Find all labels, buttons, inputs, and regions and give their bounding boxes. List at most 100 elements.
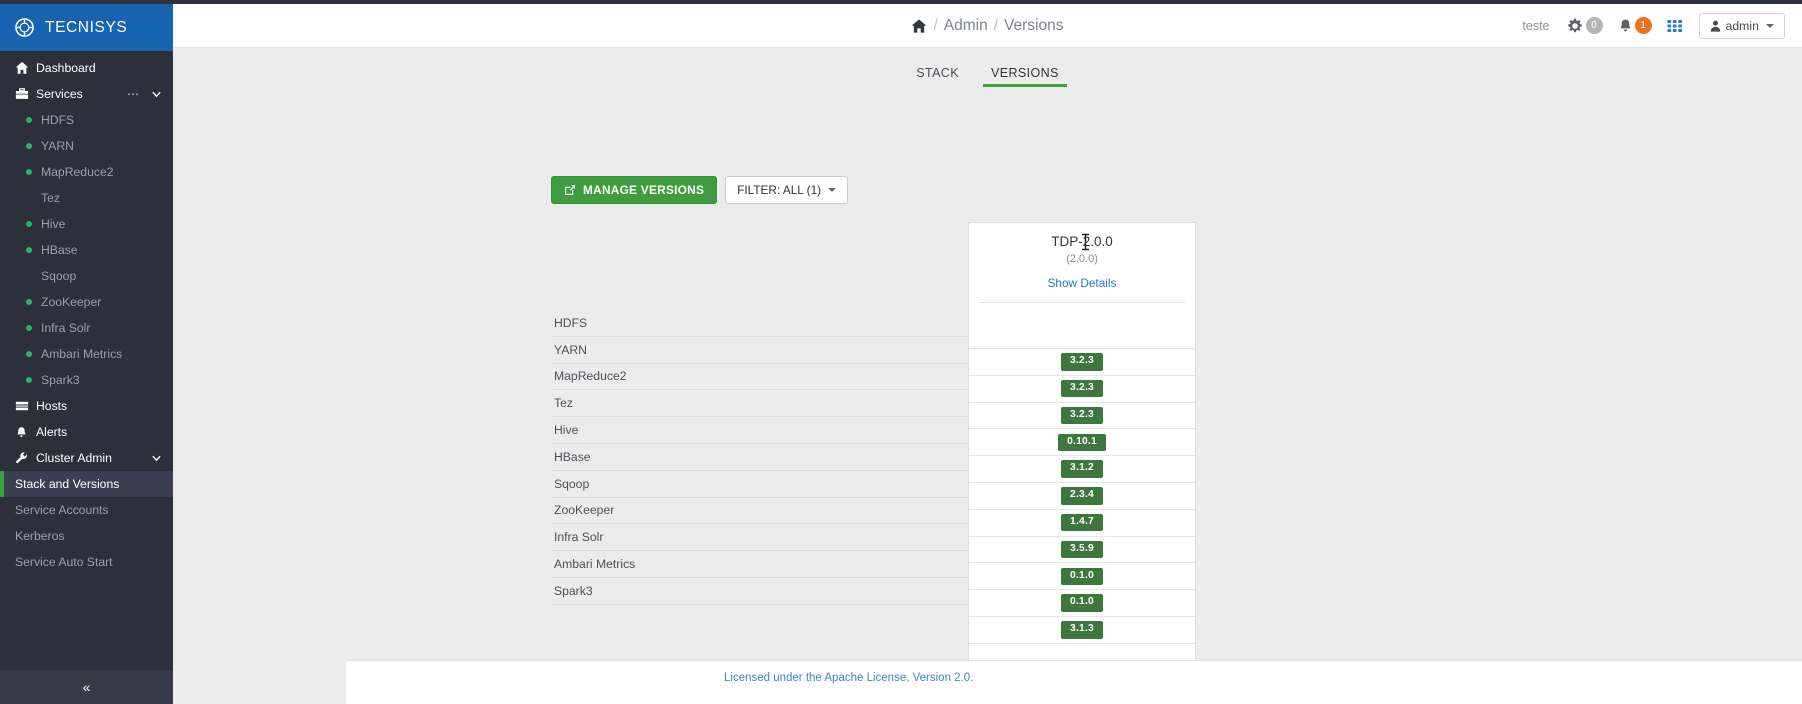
- sidebar-item-alerts[interactable]: Alerts: [0, 419, 173, 445]
- brand-name: TECNISYS: [45, 18, 128, 36]
- sidebar-item-label: Service Accounts: [15, 503, 109, 517]
- chevron-down-icon[interactable]: [151, 89, 162, 100]
- status-dot-icon: [26, 325, 32, 331]
- table-row: Spark3: [551, 578, 1023, 605]
- sidebar-service-item[interactable]: Ambari Metrics: [0, 341, 173, 367]
- version-cell: 0.10.1: [969, 429, 1195, 457]
- status-dot-icon: [26, 195, 32, 201]
- sidebar-item-hosts[interactable]: Hosts: [0, 393, 173, 419]
- tab-versions[interactable]: VERSIONS: [975, 62, 1075, 87]
- status-dot-icon: [26, 247, 32, 253]
- sidebar-item-service-auto-start[interactable]: Service Auto Start: [0, 549, 173, 575]
- sidebar-item-label: Dashboard: [36, 61, 96, 75]
- service-label: HDFS: [41, 113, 75, 127]
- breadcrumb-separator: /: [933, 16, 938, 34]
- sidebar-service-item[interactable]: YARN: [0, 133, 173, 159]
- sidebar-service-item[interactable]: HDFS: [0, 107, 173, 133]
- service-label: Sqoop: [41, 269, 77, 283]
- topbar: / Admin / Versions teste 0 1 admin: [173, 4, 1802, 48]
- version-badge: 0.1.0: [1061, 567, 1103, 585]
- sidebar-item-label: Kerberos: [15, 529, 65, 543]
- version-badge: 3.2.3: [1061, 380, 1103, 398]
- service-name: ZooKeeper: [554, 503, 615, 518]
- version-badge: 3.1.3: [1061, 621, 1103, 639]
- sidebar-item-label: Hosts: [36, 399, 68, 413]
- version-cell: 3.1.3: [969, 617, 1195, 644]
- version-badge: 2.3.4: [1061, 487, 1103, 505]
- service-label: ZooKeeper: [41, 295, 102, 309]
- sidebar-service-item[interactable]: Hive: [0, 211, 173, 237]
- service-name: Spark3: [554, 583, 593, 598]
- manage-versions-label: MANAGE VERSIONS: [583, 183, 705, 197]
- external-link-icon: [564, 184, 576, 196]
- table-row: Ambari Metrics: [551, 551, 1023, 578]
- version-badge: 3.2.3: [1061, 353, 1103, 371]
- sidebar-item-cluster-admin[interactable]: Cluster Admin: [0, 445, 173, 471]
- sidebar-item-label: Stack and Versions: [15, 477, 120, 491]
- sidebar-service-item[interactable]: Infra Solr: [0, 315, 173, 341]
- caret-down-icon: [828, 188, 837, 192]
- table-row: YARN: [551, 337, 1023, 364]
- status-dot-icon: [26, 377, 32, 383]
- version-card-subtitle: (2.0.0): [1066, 253, 1098, 265]
- service-label: Ambari Metrics: [41, 347, 123, 361]
- sidebar-service-item[interactable]: MapReduce2: [0, 159, 173, 185]
- text-ibeam-cursor: [1081, 233, 1090, 250]
- breadcrumb-item-versions[interactable]: Versions: [1004, 17, 1063, 35]
- brand-header[interactable]: TECNISYS: [0, 4, 173, 51]
- version-card: TDP-2.0.0 (2.0.0) Show Details 3.2.3 3.2…: [968, 222, 1196, 664]
- sidebar-service-item[interactable]: Sqoop: [0, 263, 173, 289]
- filter-dropdown-button[interactable]: FILTER: ALL (1): [725, 176, 849, 204]
- version-cell: 3.1.2: [969, 456, 1195, 483]
- server-icon: [15, 399, 32, 413]
- service-label: Infra Solr: [41, 321, 91, 335]
- sidebar: TECNISYS Dashboard Services ⋯ HDFS YARN …: [0, 0, 173, 704]
- sidebar-collapse-button[interactable]: «: [0, 670, 173, 704]
- breadcrumb: / Admin / Versions: [173, 17, 1802, 35]
- version-cell: 2.3.4: [969, 483, 1195, 510]
- chevron-down-icon[interactable]: [151, 453, 162, 464]
- service-label: HBase: [41, 243, 78, 257]
- version-cell: 0.1.0: [969, 563, 1195, 591]
- version-badge: 0.10.1: [1058, 433, 1106, 451]
- version-cell: 3.2.3: [969, 349, 1195, 376]
- service-name: Sqoop: [554, 476, 590, 491]
- show-details-link[interactable]: Show Details: [1048, 276, 1117, 290]
- sidebar-service-item[interactable]: Spark3: [0, 367, 173, 393]
- status-dot-icon: [26, 351, 32, 357]
- version-card-header: TDP-2.0.0 (2.0.0) Show Details: [969, 223, 1195, 313]
- table-row: ZooKeeper: [551, 498, 1023, 525]
- card-divider: [979, 302, 1185, 303]
- sidebar-service-item[interactable]: Tez: [0, 185, 173, 211]
- sidebar-item-kerberos[interactable]: Kerberos: [0, 523, 173, 549]
- sidebar-item-service-accounts[interactable]: Service Accounts: [0, 497, 173, 523]
- manage-versions-button[interactable]: MANAGE VERSIONS: [551, 176, 718, 204]
- table-row: Infra Solr: [551, 524, 1023, 552]
- ellipsis-icon[interactable]: ⋯: [127, 87, 140, 101]
- version-card-title: TDP-2.0.0: [969, 233, 1195, 250]
- tab-bar: STACK VERSIONS: [173, 62, 1802, 87]
- status-dot-icon: [26, 169, 32, 175]
- status-dot-icon: [26, 221, 32, 227]
- sidebar-item-services[interactable]: Services ⋯: [0, 81, 173, 107]
- briefcase-icon: [15, 87, 32, 101]
- sidebar-service-item[interactable]: HBase: [0, 237, 173, 263]
- service-name: HDFS: [554, 315, 588, 330]
- sidebar-item-dashboard[interactable]: Dashboard: [0, 55, 173, 81]
- sidebar-item-label: Alerts: [36, 425, 68, 439]
- breadcrumb-item-admin[interactable]: Admin: [944, 17, 988, 35]
- tab-stack[interactable]: STACK: [900, 62, 975, 87]
- license-link[interactable]: Licensed under the Apache License, Versi…: [724, 672, 973, 684]
- compass-logo-icon: [15, 18, 34, 37]
- content-area: MANAGE VERSIONS FILTER: ALL (1) HDFS YAR…: [173, 92, 1802, 664]
- version-cell: 0.1.0: [969, 590, 1195, 617]
- table-row: Sqoop: [551, 471, 1023, 498]
- sidebar-item-stack-and-versions[interactable]: Stack and Versions: [0, 471, 173, 497]
- home-icon[interactable]: [911, 18, 927, 34]
- status-dot-icon: [26, 273, 32, 279]
- admin-submenu: Stack and Versions Service Accounts Kerb…: [0, 471, 173, 575]
- sidebar-service-item[interactable]: ZooKeeper: [0, 289, 173, 315]
- service-label: Hive: [41, 217, 66, 231]
- footer: Licensed under the Apache License, Versi…: [346, 660, 1802, 704]
- version-badge: 0.1.0: [1061, 594, 1103, 612]
